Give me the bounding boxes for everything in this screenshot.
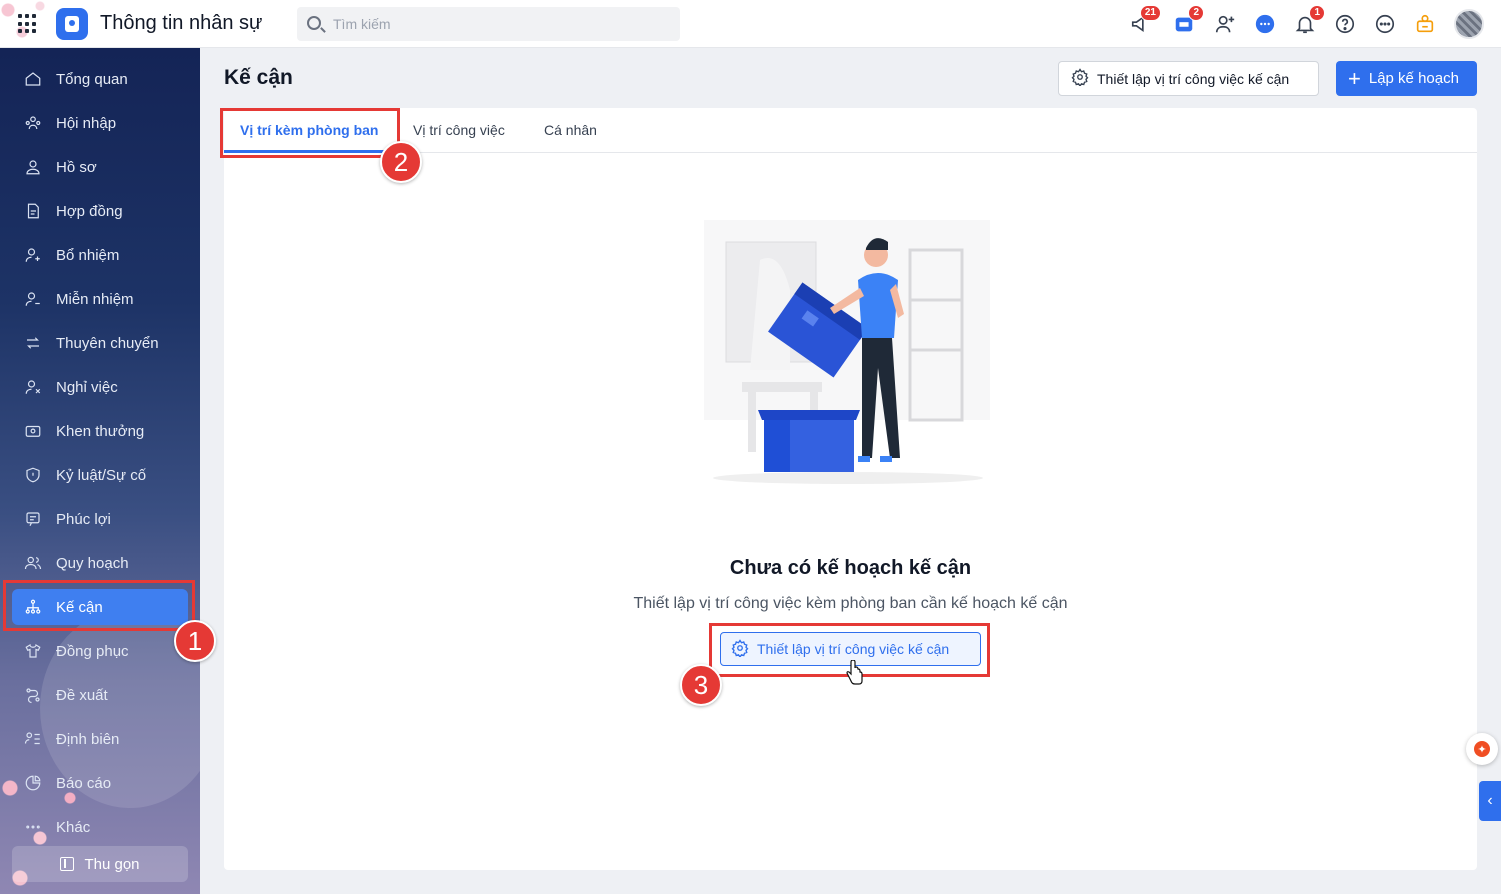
reward-icon (24, 422, 42, 440)
sidebar-item-label: Thuyên chuyển (56, 334, 159, 352)
chart-icon (24, 774, 42, 792)
store-badge: 2 (1188, 5, 1204, 21)
sidebar-item-label: Hợp đồng (56, 202, 123, 220)
setup-position-button[interactable]: Thiết lập vị trí công việc kế cận (1058, 61, 1319, 96)
proposal-icon (24, 686, 42, 704)
plus-icon: + (1348, 65, 1361, 91)
user-icon (24, 158, 42, 176)
sidebar-item-ky-luat[interactable]: Kỷ luật/Sự cố (12, 457, 188, 493)
collapse-icon (60, 857, 75, 871)
sidebar-item-label: Đề xuất (56, 686, 108, 704)
home-icon (24, 70, 42, 88)
sidebar-item-phuc-loi[interactable]: Phúc lợi (12, 501, 188, 537)
sidebar-item-label: Khác (56, 818, 91, 836)
sidebar-item-khen-thuong[interactable]: Khen thưởng (12, 413, 188, 449)
page-title: Kế cận (224, 66, 293, 89)
gift-icon[interactable] (1413, 12, 1437, 36)
sidebar-item-label: Phúc lợi (56, 510, 111, 528)
sparkle-icon: ✦ (1474, 741, 1490, 757)
people-icon (24, 114, 42, 132)
help-icon[interactable] (1333, 12, 1357, 36)
sidebar-item-hop-dong[interactable]: Hợp đồng (12, 193, 188, 229)
sidebar-item-nghi-viec[interactable]: Nghỉ việc (12, 369, 188, 405)
create-plan-button[interactable]: + Lập kế hoạch (1336, 61, 1477, 96)
sidebar-item-label: Báo cáo (56, 774, 112, 792)
announcement-badge: 21 (1139, 5, 1161, 21)
search-placeholder: Tìm kiếm (333, 16, 391, 32)
user-minus-icon (24, 290, 42, 308)
user-x-icon (24, 378, 42, 396)
notification-badge: 1 (1309, 5, 1325, 21)
document-icon (24, 202, 42, 220)
sidebar-item-label: Miễn nhiệm (56, 290, 134, 308)
sidebar-item-ho-so[interactable]: Hồ sơ (12, 149, 188, 185)
headcount-icon (24, 730, 42, 748)
app-title: Thông tin nhân sự (100, 12, 263, 34)
search-input[interactable]: Tìm kiếm (297, 7, 680, 41)
bell-icon[interactable]: 1 (1293, 5, 1325, 36)
chat-icon[interactable] (1253, 12, 1277, 36)
highlight-tab (220, 108, 400, 158)
collapse-sidebar-button[interactable]: Thu gọn (12, 846, 188, 882)
sidebar-item-label: Nghỉ việc (56, 378, 118, 396)
sidebar-item-label: Quy hoạch (56, 554, 129, 572)
megaphone-icon[interactable]: 21 (1129, 5, 1161, 36)
sidebar-item-label: Hội nhập (56, 114, 117, 132)
tab-vi-tri-cong-viec[interactable]: Vị trí công việc (413, 122, 505, 138)
shirt-icon (24, 642, 42, 660)
sidebar-item-quy-hoach[interactable]: Quy hoạch (12, 545, 188, 581)
empty-state-illustration (704, 220, 990, 484)
sidebar-item-label: Bổ nhiệm (56, 246, 120, 264)
sidebar-item-label: Hồ sơ (56, 158, 97, 176)
search-icon (307, 16, 321, 30)
sidebar-item-hoi-nhap[interactable]: Hội nhập (12, 105, 188, 141)
user-avatar[interactable] (1454, 9, 1484, 39)
transfer-icon (24, 334, 42, 352)
hand-cursor-icon (846, 660, 863, 685)
side-panel-toggle[interactable]: ‹ (1479, 781, 1501, 821)
step-marker-1: 1 (174, 620, 216, 662)
setup-position-label: Thiết lập vị trí công việc kế cận (1097, 70, 1290, 87)
collapse-label: Thu gọn (84, 855, 140, 873)
empty-state-title: Chưa có kế hoạch kế cận (729, 557, 972, 579)
chevron-left-icon: ‹ (1487, 792, 1493, 809)
sidebar-item-label: Khen thưởng (56, 422, 145, 440)
empty-state-description: Thiết lập vị trí công việc kèm phòng ban… (633, 595, 1068, 612)
create-plan-label: Lập kế hoạch (1368, 70, 1459, 87)
sidebar-item-label: Tổng quan (56, 70, 128, 88)
add-user-icon[interactable] (1213, 12, 1237, 36)
sidebar: Tổng quan Hội nhập Hồ sơ Hợp đồng Bổ nhi… (0, 48, 200, 894)
sidebar-item-thuyen-chuyen[interactable]: Thuyên chuyển (12, 325, 188, 361)
sidebar-item-label: Kỷ luật/Sự cố (56, 466, 147, 484)
more-options-icon[interactable] (1373, 12, 1397, 36)
sidebar-item-bo-nhiem[interactable]: Bổ nhiệm (12, 237, 188, 273)
users-icon (24, 554, 42, 572)
sidebar-item-label: Đồng phục (56, 642, 129, 660)
gear-icon (1071, 68, 1089, 89)
sidebar-item-dinh-bien[interactable]: Định biên (12, 721, 188, 757)
sidebar-item-de-xuat[interactable]: Đề xuất (12, 677, 188, 713)
benefit-icon (24, 510, 42, 528)
tab-ca-nhan[interactable]: Cá nhân (544, 122, 597, 138)
user-plus-icon (24, 246, 42, 264)
highlight-sidebar-ke-can (3, 580, 195, 631)
store-icon[interactable]: 2 (1172, 5, 1204, 36)
sidebar-item-label: Định biên (56, 730, 120, 748)
step-marker-3: 3 (680, 664, 722, 706)
sidebar-item-dong-phuc[interactable]: Đồng phục (12, 633, 188, 669)
sidebar-item-tong-quan[interactable]: Tổng quan (12, 61, 188, 97)
content-card: Vị trí kèm phòng ban Vị trí công việc Cá… (224, 108, 1477, 870)
app-logo-icon (56, 8, 88, 40)
sidebar-item-bao-cao[interactable]: Báo cáo (12, 765, 188, 801)
ai-assistant-button[interactable]: ✦ (1466, 733, 1498, 765)
sidebar-item-mien-nhiem[interactable]: Miễn nhiệm (12, 281, 188, 317)
shield-icon (24, 466, 42, 484)
top-bar: Thông tin nhân sự Tìm kiếm 21 2 1 (0, 0, 1501, 48)
more-icon (24, 818, 42, 836)
sidebar-item-khac[interactable]: Khác (12, 809, 188, 845)
step-marker-2: 2 (380, 141, 422, 183)
app-grid-icon[interactable] (18, 14, 38, 34)
